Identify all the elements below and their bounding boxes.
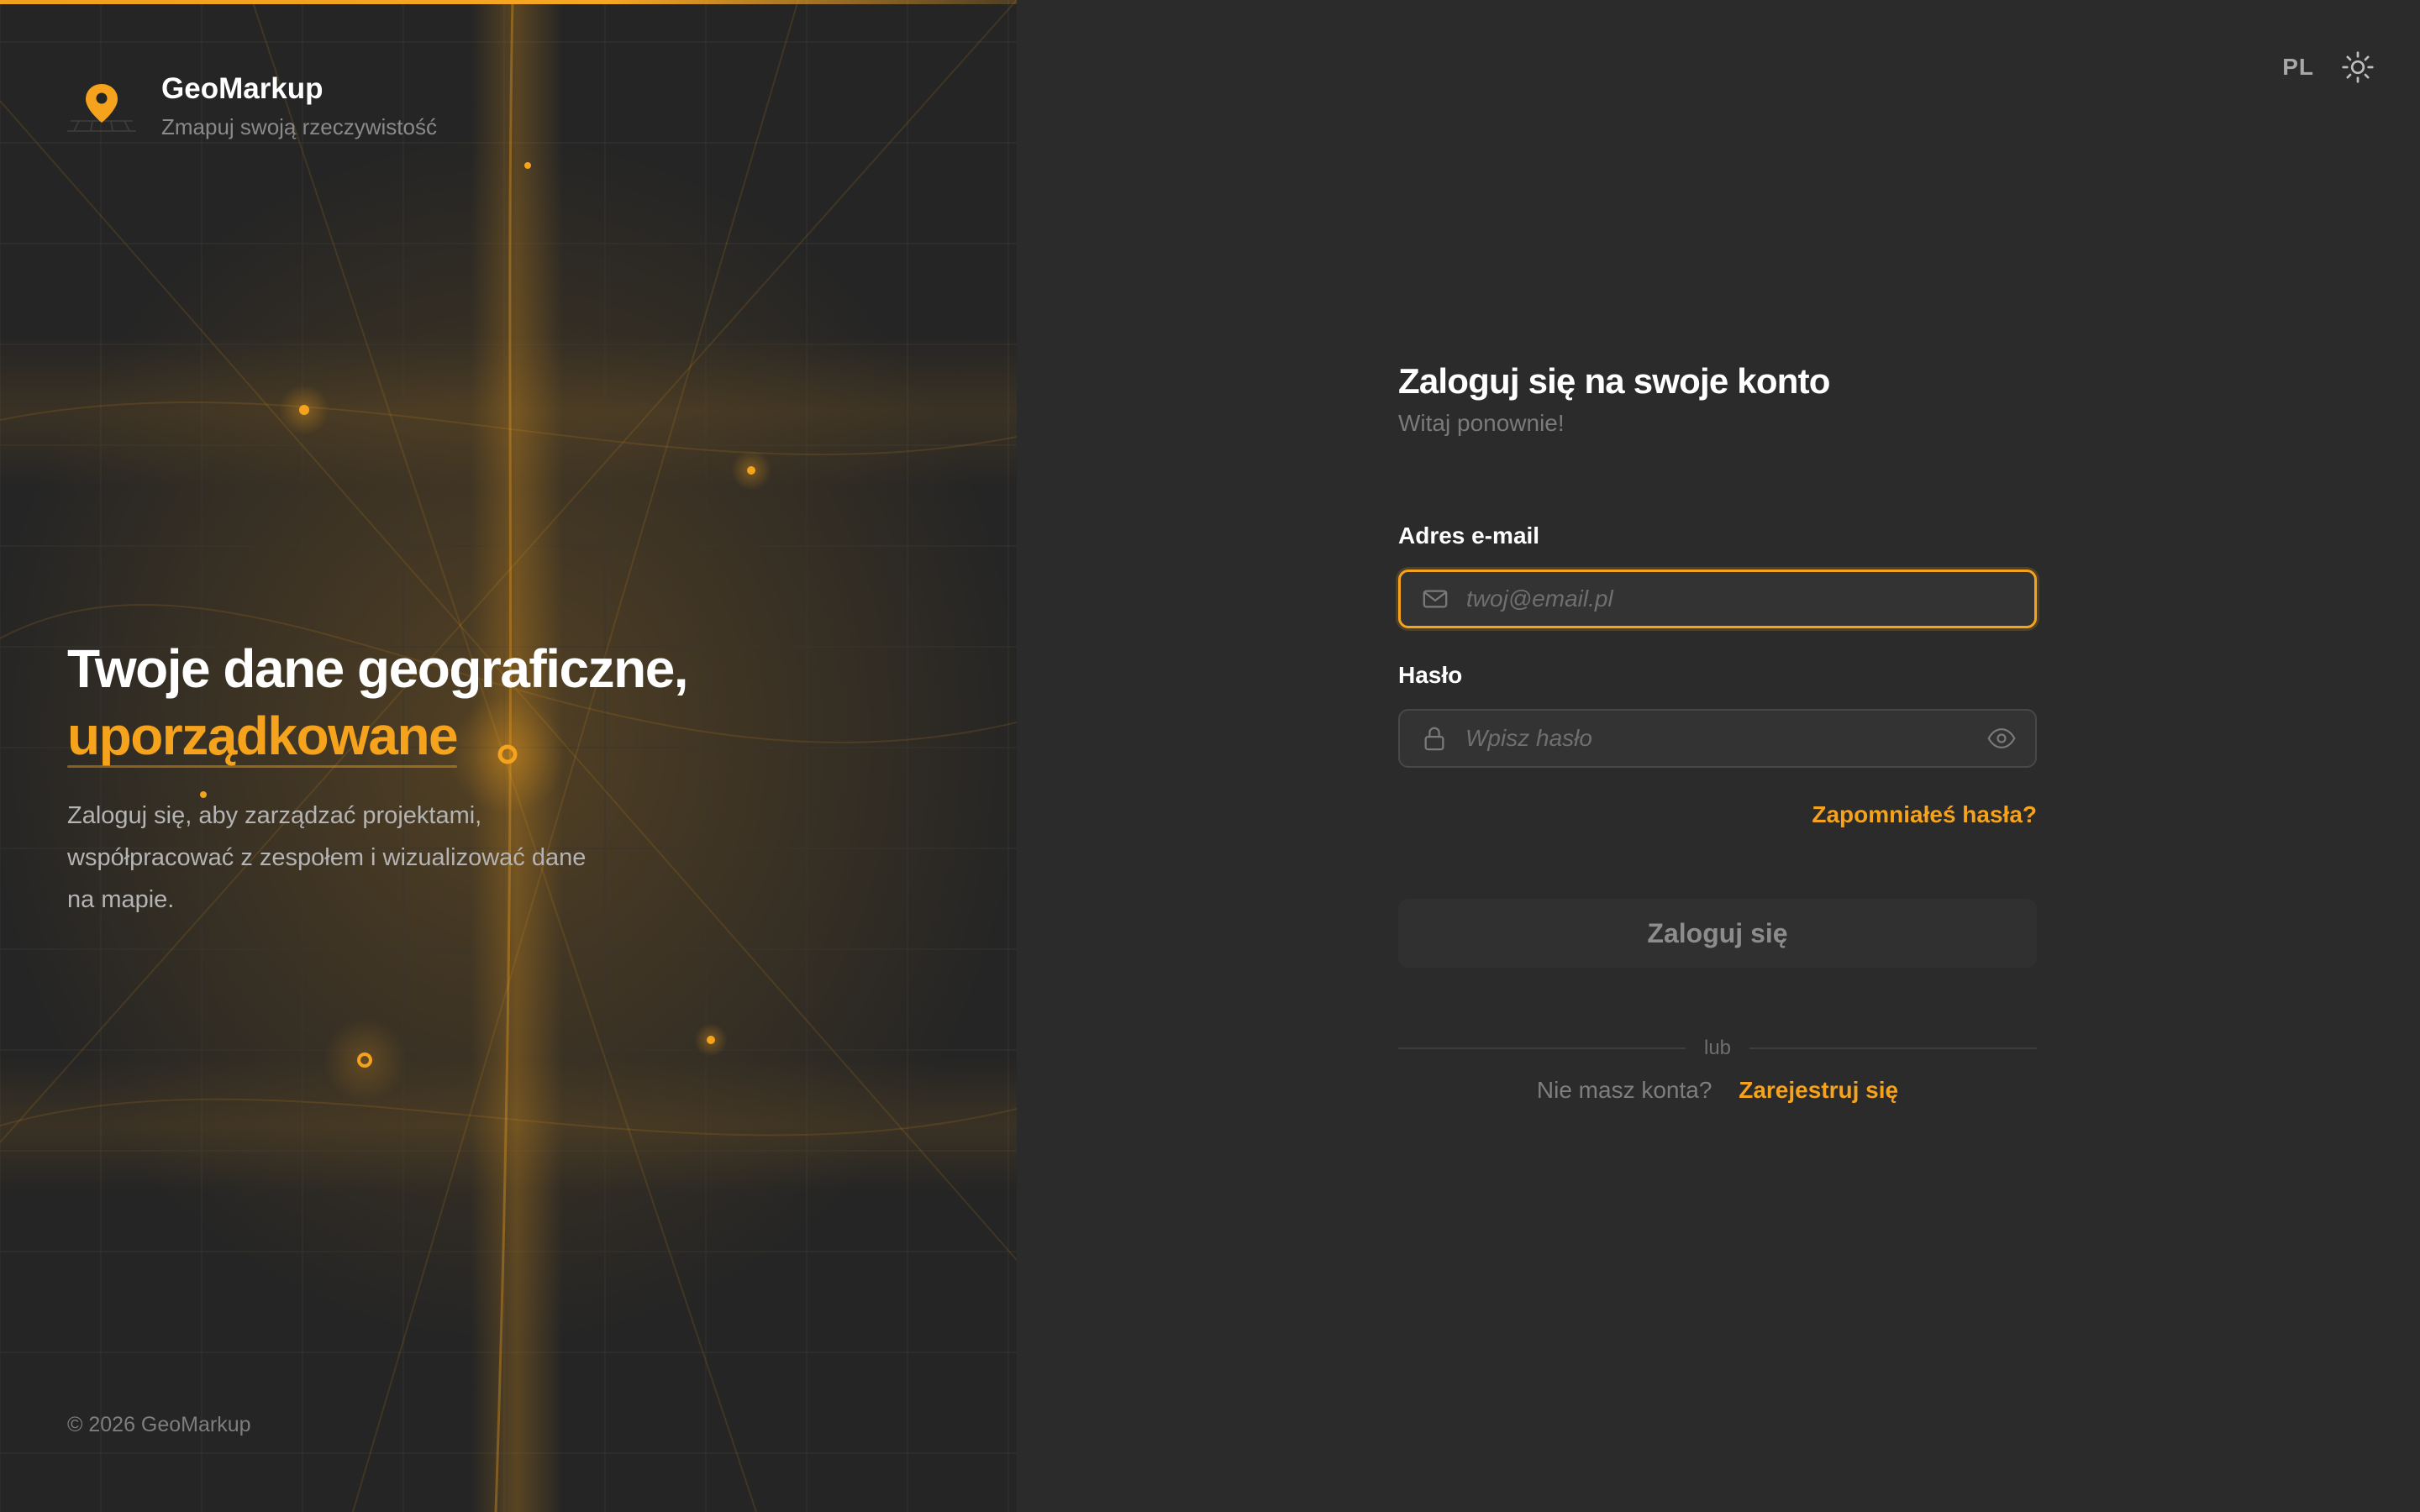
forgot-password-link[interactable]: Zapomniałeś hasła? bbox=[1812, 801, 2037, 827]
hero: Twoje dane geograficzne, uporządkowane Z… bbox=[67, 635, 908, 921]
signup-prompt: Nie masz konta? bbox=[1536, 1077, 1712, 1103]
mail-icon bbox=[1421, 585, 1449, 613]
copyright: © 2026 GeoMarkup bbox=[67, 1413, 251, 1436]
password-input[interactable] bbox=[1465, 711, 1985, 766]
hero-title-highlight: uporządkowane bbox=[67, 702, 459, 769]
divider-line-right bbox=[1749, 1047, 2037, 1049]
hero-title-line1: Twoje dane geograficzne, bbox=[67, 638, 689, 699]
login-panel: PL Zaloguj się na swoje konto Witaj pono… bbox=[1017, 0, 2420, 1512]
signup-row: Nie masz konta? Zarejestruj się bbox=[1398, 1077, 2037, 1104]
theme-toggle-button[interactable] bbox=[2339, 49, 2376, 86]
login-submit-button[interactable]: Zaloguj się bbox=[1398, 899, 2037, 968]
sun-icon bbox=[2342, 51, 2374, 83]
email-input[interactable] bbox=[1466, 572, 2034, 626]
form-title: Zaloguj się na swoje konto bbox=[1398, 361, 1830, 401]
lock-icon bbox=[1420, 724, 1449, 753]
password-label: Hasło bbox=[1398, 662, 1463, 688]
email-label: Adres e-mail bbox=[1398, 522, 1540, 549]
or-divider: lub bbox=[1398, 1037, 2037, 1060]
map-pin-icon bbox=[67, 72, 136, 141]
signup-link[interactable]: Zarejestruj się bbox=[1739, 1077, 1898, 1103]
login-form: Zaloguj się na swoje konto Witaj ponowni… bbox=[1398, 356, 2037, 1104]
brand[interactable]: GeoMarkup Zmapuj swoją rzeczywistość bbox=[67, 71, 437, 143]
branding-panel: GeoMarkup Zmapuj swoją rzeczywistość Two… bbox=[0, 0, 1017, 1512]
brand-tagline: Zmapuj swoją rzeczywistość bbox=[161, 114, 437, 139]
hero-title: Twoje dane geograficzne, uporządkowane bbox=[67, 635, 908, 769]
divider-line-left bbox=[1398, 1047, 1686, 1049]
password-input-wrapper[interactable] bbox=[1398, 709, 2037, 768]
hero-description: Zaloguj się, aby zarządzać projektami, w… bbox=[67, 802, 587, 913]
form-subtitle: Witaj ponownie! bbox=[1398, 410, 1565, 436]
email-input-wrapper[interactable] bbox=[1398, 570, 2037, 628]
language-switcher[interactable]: PL bbox=[2282, 54, 2314, 81]
show-password-button[interactable] bbox=[1985, 722, 2018, 755]
brand-name: GeoMarkup bbox=[161, 72, 324, 105]
forgot-password-row: Zapomniałeś hasła? bbox=[1398, 801, 2037, 828]
login-page: GeoMarkup Zmapuj swoją rzeczywistość Two… bbox=[0, 0, 2420, 1512]
top-bar: PL bbox=[2282, 49, 2376, 86]
divider-text: lub bbox=[1703, 1037, 1732, 1059]
eye-icon bbox=[1987, 728, 2016, 748]
top-accent-bar bbox=[0, 0, 1017, 4]
